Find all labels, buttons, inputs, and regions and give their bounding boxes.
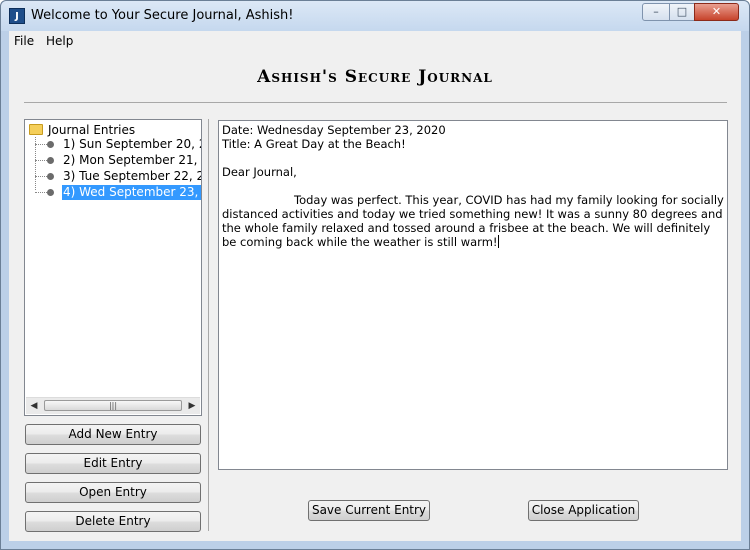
menu-help[interactable]: Help [46,34,73,48]
edit-entry-button[interactable]: Edit Entry [25,453,201,474]
delete-entry-button[interactable]: Delete Entry [25,511,201,532]
main-content: Ashish's Secure Journal Journal Entries … [9,51,741,541]
scroll-left-arrow-icon[interactable]: ◀ [26,398,42,414]
tree-root-label: Journal Entries [48,123,136,137]
minimize-button[interactable]: – [642,3,670,21]
close-window-button[interactable]: ✕ [694,3,739,21]
entry-body: Today was perfect. This year, COVID has … [222,193,724,249]
leaf-bullet-icon [47,157,54,164]
journal-entry-textarea[interactable]: Date: Wednesday September 23, 2020 Title… [218,120,728,470]
tree-entry-label: 1) Sun September 20, 2020 [63,137,201,151]
menu-file[interactable]: File [14,34,34,48]
panel-divider [208,119,209,531]
journal-app-icon: J [9,8,25,24]
entry-salutation: Dear Journal, [222,165,297,179]
save-current-entry-button[interactable]: Save Current Entry [308,500,430,521]
title-bar[interactable]: J Welcome to Your Secure Journal, Ashish… [1,1,749,31]
window-title: Welcome to Your Secure Journal, Ashish! [31,8,294,23]
header-divider [24,102,727,103]
menu-bar: File Help [9,31,741,51]
tree-branch-line [35,160,47,161]
entry-title-line: Title: A Great Day at the Beach! [222,137,406,151]
page-title: Ashish's Secure Journal [257,67,493,87]
tree-branch-line [35,144,47,145]
add-new-entry-button[interactable]: Add New Entry [25,424,201,445]
tree-branch-line [35,192,47,193]
text-caret [497,235,499,248]
maximize-button[interactable]: □ [669,3,695,21]
leaf-bullet-icon [47,141,54,148]
journal-entries-tree[interactable]: Journal Entries 1) Sun September 20, 202… [24,119,202,416]
leaf-bullet-icon [47,173,54,180]
close-application-button[interactable]: Close Application [528,500,639,521]
scroll-thumb[interactable]: ||| [44,400,182,411]
entry-date-line: Date: Wednesday September 23, 2020 [222,123,446,137]
tree-root[interactable]: Journal Entries [29,123,135,137]
tree-branch-line [35,176,47,177]
leaf-bullet-icon [47,189,54,196]
tree-entry-label-selected: 4) Wed September 23, 2020 [62,185,201,200]
open-entry-button[interactable]: Open Entry [25,482,201,503]
entry-body-paragraph: Today was perfect. This year, COVID has … [222,193,724,249]
app-window: J Welcome to Your Secure Journal, Ashish… [0,0,750,550]
scroll-right-arrow-icon[interactable]: ▶ [184,398,200,414]
tree-horizontal-scrollbar[interactable]: ◀ ||| ▶ [26,397,200,414]
folder-icon [29,124,43,135]
tree-entry-label: 2) Mon September 21, 2020 [63,153,201,167]
tree-entry-label: 3) Tue September 22, 2020 [63,169,201,183]
